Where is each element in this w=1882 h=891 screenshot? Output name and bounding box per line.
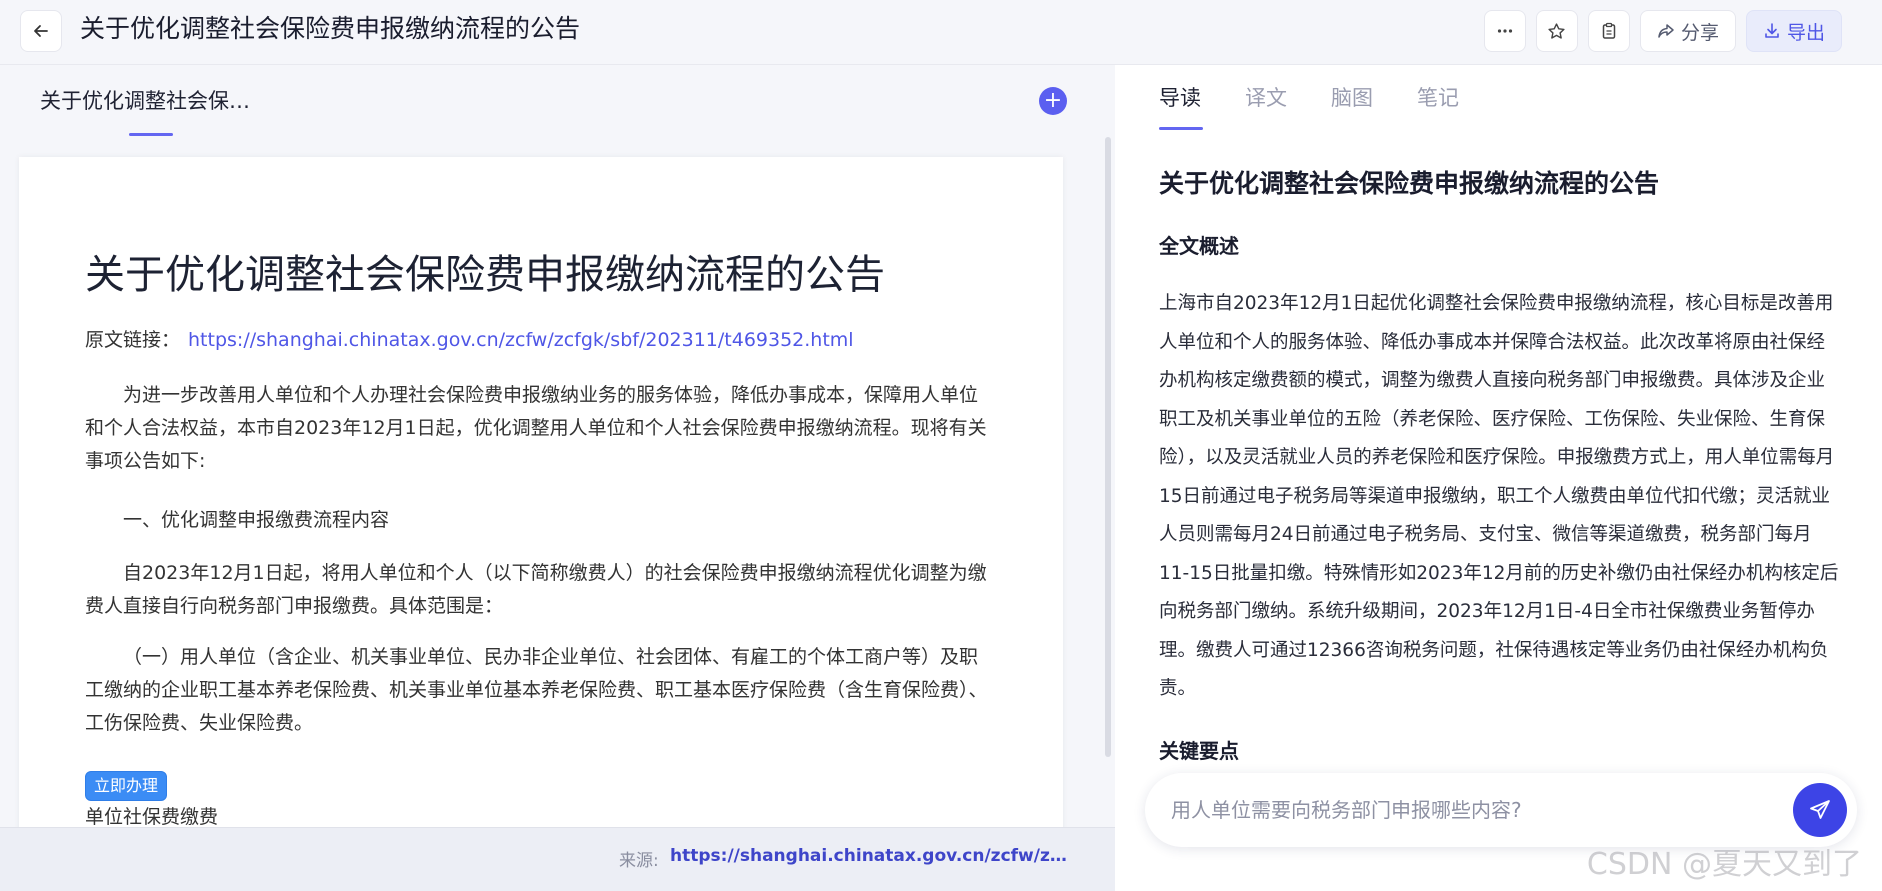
favorite-button[interactable] (1535, 10, 1578, 52)
tab-mindmap[interactable]: 脑图 (1331, 83, 1373, 113)
service-label: 单位社保费缴费 (85, 806, 219, 828)
toolbar-actions: 分享 导出 (1483, 10, 1842, 52)
summary-title: 关于优化调整社会保险费申报缴纳流程的公告 (1159, 169, 1660, 198)
plus-icon: + (1043, 88, 1063, 113)
chat-input-box (1145, 773, 1857, 847)
document-title: 关于优化调整社会保险费申报缴纳流程的公告 (85, 252, 885, 298)
section-heading: 一、优化调整申报缴费流程内容 (123, 509, 390, 531)
back-button[interactable] (20, 10, 62, 52)
chat-input[interactable] (1171, 793, 1751, 827)
tab-guide[interactable]: 导读 (1159, 83, 1201, 113)
top-bar: 关于优化调整社会保险费申报缴纳流程的公告 分享 导出 (0, 0, 1882, 65)
clipboard-icon (1602, 22, 1616, 39)
download-icon (1765, 23, 1779, 38)
section-heading-keypoints: 关键要点 (1159, 739, 1239, 763)
document-pane: 关于优化调整社会保… + 关于优化调整社会保险费申报缴纳流程的公告 原文链接： h… (0, 65, 1115, 891)
active-tab-indicator (1159, 127, 1203, 130)
clipboard-button[interactable] (1587, 10, 1630, 52)
source-link-row: 原文链接： https://shanghai.chinatax.gov.cn/zc… (85, 327, 854, 353)
more-button[interactable] (1483, 10, 1526, 52)
section-heading-overview: 全文概述 (1159, 234, 1239, 258)
source-link[interactable]: https://shanghai.chinatax.gov.cn/zcfw/zc… (188, 329, 854, 351)
send-icon (1810, 800, 1830, 819)
send-button[interactable] (1793, 783, 1847, 837)
arrow-left-icon (34, 25, 48, 37)
more-icon (1497, 29, 1513, 33)
share-icon (1658, 24, 1674, 38)
export-button[interactable]: 导出 (1745, 10, 1842, 52)
export-label: 导出 (1786, 21, 1825, 44)
active-tab-indicator (129, 133, 173, 136)
paragraph: 为进一步改善用人单位和个人办理社会保险费申报缴纳业务的服务体验，降低办事成本，保… (85, 384, 987, 472)
share-button[interactable]: 分享 (1639, 10, 1736, 52)
assistant-pane: 导读 译文 脑图 笔记 关于优化调整社会保险费申报缴纳流程的公告 全文概述 上海… (1115, 65, 1882, 891)
tab-document[interactable]: 关于优化调整社会保… (40, 85, 250, 115)
scrollbar[interactable] (1105, 137, 1111, 757)
source-label: 来源: (619, 851, 659, 871)
tab-translation[interactable]: 译文 (1245, 83, 1287, 113)
add-document-button[interactable]: + (1039, 87, 1067, 115)
star-icon (1548, 22, 1566, 39)
paragraph: 自2023年12月1日起，将用人单位和个人（以下简称缴费人）的社会保险费申报缴纳… (85, 562, 987, 617)
source-url[interactable]: https://shanghai.chinatax.gov.cn/zcfw/zc… (670, 846, 1075, 866)
page-title: 关于优化调整社会保险费申报缴纳流程的公告 (80, 14, 581, 43)
document-viewer[interactable]: 关于优化调整社会保险费申报缴纳流程的公告 原文链接： https://shangh… (19, 157, 1063, 891)
share-label: 分享 (1680, 21, 1719, 44)
watermark: CSDN @夏天又到了 (1586, 847, 1862, 882)
tab-notes[interactable]: 笔记 (1417, 83, 1459, 113)
source-link-label: 原文链接： (85, 329, 181, 351)
paragraph: （一）用人单位（含企业、机关事业单位、民办非企业单位、社会团体、有雇工的个体工商… (85, 646, 988, 734)
summary-text: 上海市自2023年12月1日起优化调整社会保险费申报缴纳流程，核心目标是改善用人… (1159, 293, 1839, 699)
source-bar: 来源: https://shanghai.chinatax.gov.cn/zcf… (0, 827, 1115, 891)
assistant-tabs: 导读 译文 脑图 笔记 (1159, 83, 1459, 113)
apply-now-button[interactable]: 立即办理 (85, 771, 168, 801)
